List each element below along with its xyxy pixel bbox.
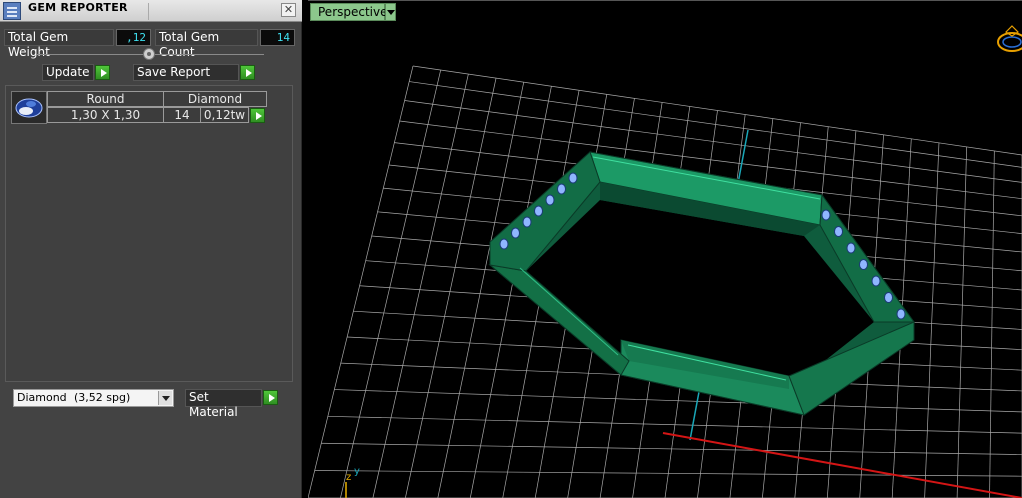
total-gem-weight-value: ,12 (116, 29, 151, 46)
pave-stone (557, 183, 566, 195)
pave-stone (871, 275, 881, 287)
set-material-button[interactable]: Set Material (185, 389, 262, 419)
panel-splitter-handle[interactable] (143, 48, 155, 60)
navigation-cube-icon[interactable] (994, 18, 1022, 54)
total-gem-count-label: Total Gem Count (155, 29, 258, 59)
pave-stone (834, 226, 843, 237)
table-header-material: Diamond (163, 91, 267, 107)
grid-line (334, 389, 1022, 413)
save-report-button[interactable]: Save Report (133, 64, 239, 81)
close-icon: ✕ (283, 3, 294, 16)
pave-stone (545, 194, 555, 206)
viewport-menu-arrow-icon[interactable] (385, 3, 396, 21)
grid-line (327, 415, 1022, 434)
grid-line (989, 150, 995, 498)
gem-count-cell: 14 (163, 107, 201, 123)
close-button[interactable]: ✕ (281, 3, 296, 17)
x-axis-line (662, 432, 1022, 498)
grid-line (437, 82, 525, 498)
material-specific-gravity: (3,52 spg) (74, 391, 131, 404)
gem-size-cell: 1,30 X 1,30 (47, 107, 164, 123)
material-name: Diamond (17, 391, 67, 404)
perspective-viewport[interactable]: y z Perspective (308, 0, 1022, 498)
panel-title: GEM REPORTER (28, 1, 128, 14)
pave-stone (568, 172, 578, 184)
total-gem-count-value: 14 (260, 29, 295, 46)
save-report-button-label: Save Report (137, 65, 211, 79)
viewport-mode-label[interactable]: Perspective (310, 3, 388, 21)
pave-stone (499, 238, 509, 250)
update-button[interactable]: Update (42, 64, 94, 81)
pave-stone (821, 209, 831, 221)
total-gem-weight-label: Total Gem Weight (4, 29, 114, 59)
grid-line (412, 65, 1022, 156)
pave-stone (846, 242, 856, 254)
grid-line (372, 74, 469, 498)
axis-label-z: z (346, 472, 351, 483)
pave-stone (511, 227, 520, 239)
hexagonal-ring-model[interactable] (488, 151, 915, 416)
material-dropdown[interactable]: Diamond (3,52 spg) (13, 389, 174, 407)
table-header-cut: Round (47, 91, 164, 107)
gem-reporter-panel: GEM REPORTER ✕ Total Gem Weight ,12 Tota… (0, 0, 302, 498)
grid-line (308, 65, 414, 498)
set-material-button-label: Set Material (189, 390, 238, 419)
grid-line (409, 81, 1022, 168)
gem-report-list: Round Diamond 1,30 X 1,30 14 0,12tw (5, 85, 293, 382)
grid-line (924, 142, 940, 498)
round-gem-icon (11, 91, 47, 124)
grid-line (956, 146, 967, 498)
axis-label-y: y (354, 466, 360, 477)
grid-line (340, 69, 442, 498)
grid-line (321, 442, 1022, 455)
pave-stone (884, 292, 893, 303)
update-button-label: Update (46, 65, 90, 79)
pave-stone (859, 259, 868, 270)
gem-weight-cell: 0,12tw (200, 107, 249, 123)
title-bar: GEM REPORTER ✕ (0, 0, 302, 22)
update-play-icon[interactable] (95, 65, 110, 80)
pave-stone (896, 308, 906, 320)
pave-stone (522, 216, 532, 228)
viewport-scene[interactable]: y z (308, 0, 1022, 498)
title-separator (148, 3, 149, 20)
chevron-down-icon[interactable] (158, 391, 172, 405)
gem-row-play-icon[interactable] (250, 108, 265, 123)
save-report-play-icon[interactable] (240, 65, 255, 80)
set-material-play-icon[interactable] (263, 390, 278, 405)
gem-reporter-app-icon (3, 2, 21, 20)
pave-stone (534, 205, 543, 217)
